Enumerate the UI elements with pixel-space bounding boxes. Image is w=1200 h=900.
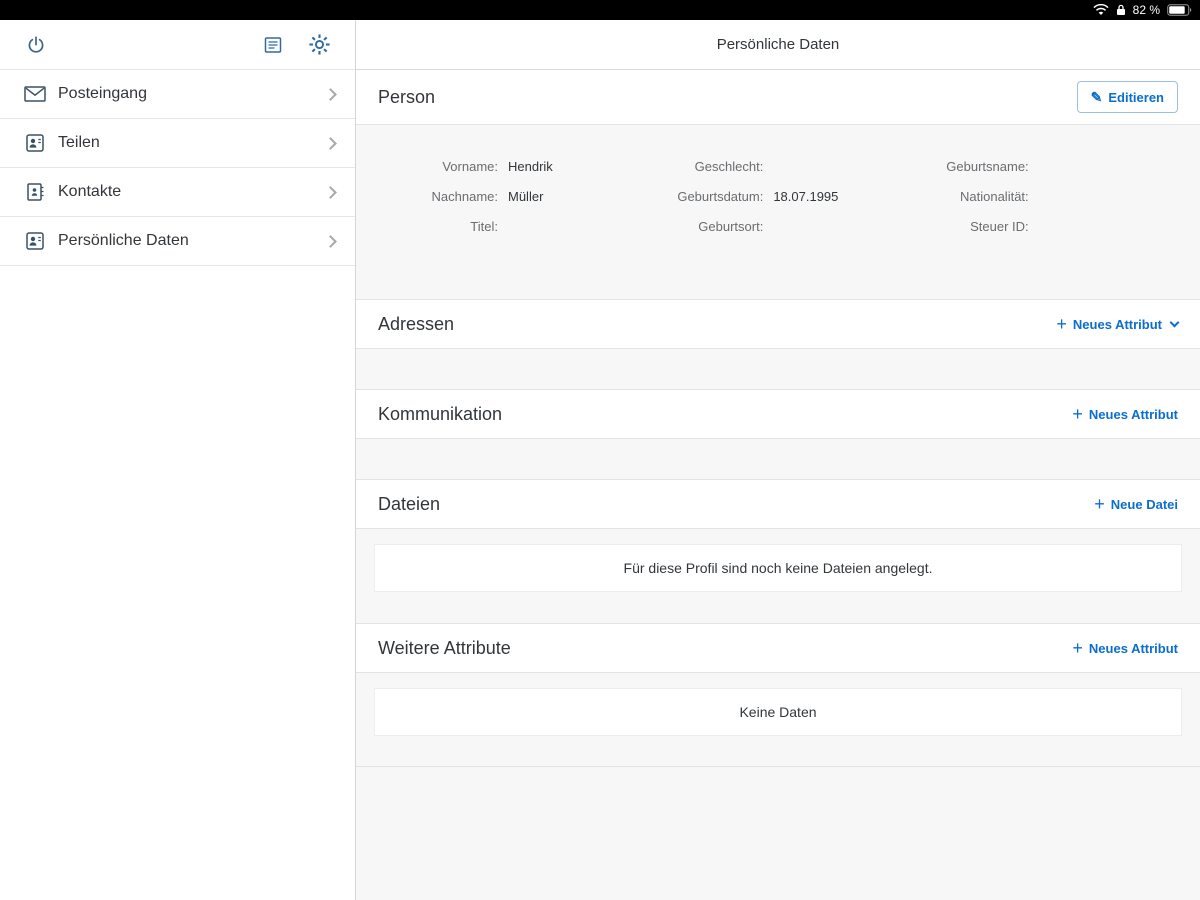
action-label: Neue Datei [1111,497,1178,512]
action-label: Neues Attribut [1089,407,1178,422]
chevron-right-icon [324,88,337,101]
power-button[interactable] [22,31,50,59]
field-value: 18.07.1995 [773,189,838,204]
battery-icon [1167,4,1192,16]
chevron-right-icon [324,186,337,199]
sidebar-item-label: Kontakte [58,183,326,201]
plus-icon: + [1094,495,1105,513]
plus-icon: + [1056,315,1067,333]
field-label: Geburtsort: [645,219,763,234]
app-window: Posteingang Teilen [0,20,1200,900]
pencil-icon: ✎ [1091,89,1103,106]
sidebar-item-label: Persönliche Daten [58,232,326,250]
field-label: Geburtsname: [911,159,1029,174]
field-nachname: Nachname: Müller [380,181,645,211]
chevron-right-icon [324,137,337,150]
field-geschlecht: Geschlecht: [645,151,910,181]
field-geburtsort: Geburtsort: [645,211,910,241]
bottom-divider [356,766,1200,767]
person-badge-icon [24,230,46,252]
notes-button[interactable] [259,31,287,59]
field-label: Geburtsdatum: [645,189,763,204]
person-form-column-3: Geburtsname: Nationalität: Steuer ID: [911,151,1176,241]
share-contact-icon [24,132,46,154]
section-title-dateien: Dateien [378,494,440,515]
section-kommunikation-header: Kommunikation + Neues Attribut [356,389,1200,439]
sidebar-item-label: Teilen [58,134,326,152]
plus-icon: + [1072,639,1083,657]
field-label: Nationalität: [911,189,1029,204]
field-label: Titel: [380,219,498,234]
sidebar-item-posteingang[interactable]: Posteingang [0,70,355,119]
field-value: Hendrik [508,159,553,174]
sidebar-item-teilen[interactable]: Teilen [0,119,355,168]
page-header: Persönliche Daten [356,20,1200,70]
action-label: Neues Attribut [1089,641,1178,656]
settings-gear-icon[interactable] [305,31,333,59]
edit-button-label: Editieren [1108,90,1164,105]
field-value: Müller [508,189,543,204]
section-title-weitere-attribute: Weitere Attribute [378,638,511,659]
chevron-right-icon [324,235,337,248]
sidebar-toolbar [0,20,355,70]
section-dateien-header: Dateien + Neue Datei [356,479,1200,529]
field-label: Geschlecht: [645,159,763,174]
field-geburtsdatum: Geburtsdatum: 18.07.1995 [645,181,910,211]
field-label: Steuer ID: [911,219,1029,234]
sidebar-item-label: Posteingang [58,85,326,103]
field-vorname: Vorname: Hendrik [380,151,645,181]
battery-percentage: 82 % [1133,0,1160,20]
field-nationalitaet: Nationalität: [911,181,1176,211]
weitere-attribute-empty-state: Keine Daten [374,688,1182,736]
edit-button[interactable]: ✎ Editieren [1077,81,1178,113]
adressen-new-attribute-button[interactable]: + Neues Attribut [1056,315,1178,333]
field-steuer-id: Steuer ID: [911,211,1176,241]
sidebar-item-persoenliche-daten[interactable]: Persönliche Daten [0,217,355,266]
kommunikation-new-attribute-button[interactable]: + Neues Attribut [1072,405,1178,423]
status-bar: 82 % [0,0,1200,20]
chevron-down-icon [1170,317,1180,327]
section-title-person: Person [378,87,435,108]
section-person-header: Person ✎ Editieren [356,70,1200,125]
main-content: Persönliche Daten Person ✎ Editieren Vor… [356,20,1200,900]
field-titel: Titel: [380,211,645,241]
person-form-column-2: Geschlecht: Geburtsdatum: 18.07.1995 Geb… [645,151,910,241]
wifi-icon [1093,4,1109,16]
person-form-column-1: Vorname: Hendrik Nachname: Müller Titel: [380,151,645,241]
page-title: Persönliche Daten [717,36,840,53]
orientation-lock-icon [1116,4,1126,16]
field-geburtsname: Geburtsname: [911,151,1176,181]
sidebar-item-kontakte[interactable]: Kontakte [0,168,355,217]
contacts-book-icon [24,181,46,203]
weitere-attribute-new-attribute-button[interactable]: + Neues Attribut [1072,639,1178,657]
action-label: Neues Attribut [1073,317,1162,332]
field-label: Vorname: [380,159,498,174]
person-form: Vorname: Hendrik Nachname: Müller Titel:… [356,125,1200,299]
section-adressen-header: Adressen + Neues Attribut [356,299,1200,349]
field-label: Nachname: [380,189,498,204]
dateien-empty-state: Für diese Profil sind noch keine Dateien… [374,544,1182,592]
sidebar: Posteingang Teilen [0,20,356,900]
envelope-icon [24,83,46,105]
section-title-kommunikation: Kommunikation [378,404,502,425]
section-title-adressen: Adressen [378,314,454,335]
plus-icon: + [1072,405,1083,423]
section-weitere-attribute-header: Weitere Attribute + Neues Attribut [356,623,1200,673]
dateien-new-file-button[interactable]: + Neue Datei [1094,495,1178,513]
